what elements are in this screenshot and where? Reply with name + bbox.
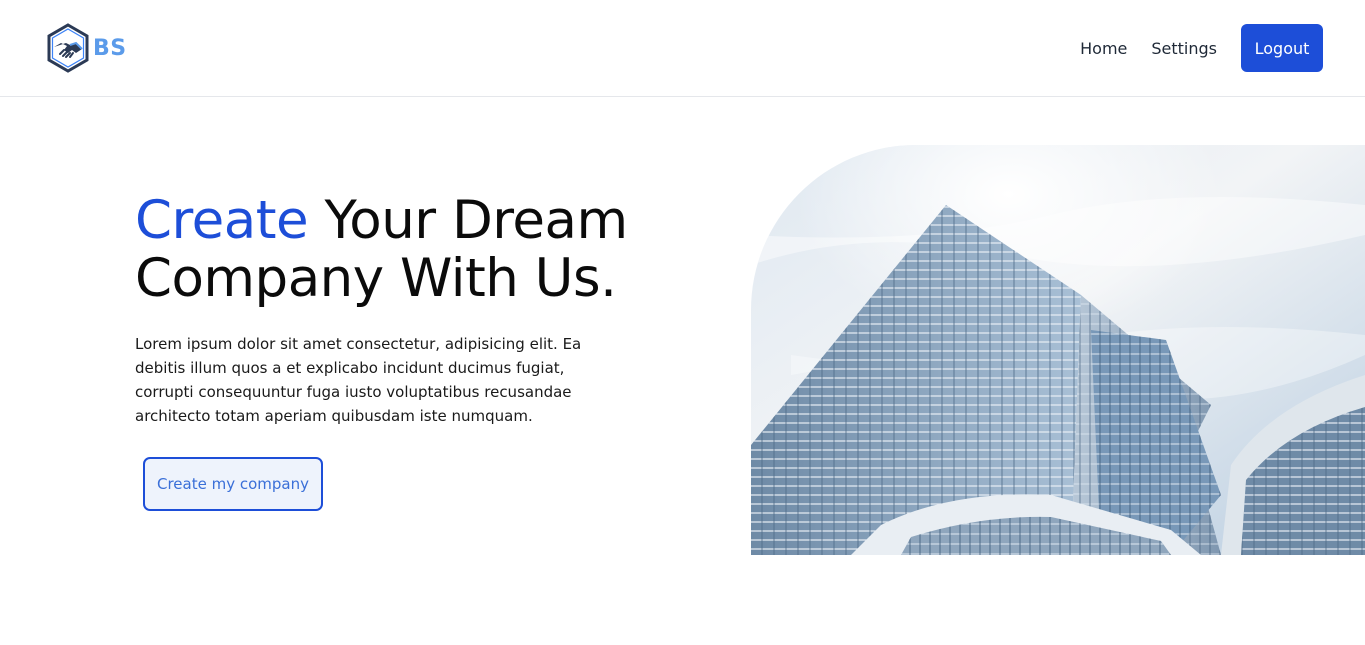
nav-home-link[interactable]: Home bbox=[1080, 39, 1127, 58]
hero-title-line2: Company With Us. bbox=[135, 248, 617, 309]
navbar: BS Home Settings Logout bbox=[0, 0, 1365, 97]
logout-button[interactable]: Logout bbox=[1241, 24, 1323, 72]
nav-settings-link[interactable]: Settings bbox=[1151, 39, 1217, 58]
hero-title-line1: Your Dream bbox=[308, 190, 628, 251]
logo[interactable]: BS bbox=[46, 23, 127, 73]
handshake-hexagon-icon bbox=[47, 23, 89, 73]
hero-title: Create Your Dream Company With Us. bbox=[135, 192, 655, 308]
nav-links: Home Settings Logout bbox=[1080, 24, 1323, 72]
hero-title-highlight: Create bbox=[135, 190, 309, 251]
office-building-photo bbox=[751, 145, 1365, 555]
logo-text: BS bbox=[93, 35, 127, 61]
hero-description: Lorem ipsum dolor sit amet consectetur, … bbox=[135, 335, 582, 425]
hero-text: Create Your Dream Company With Us. Lorem… bbox=[135, 192, 655, 428]
create-company-button[interactable]: Create my company bbox=[143, 457, 323, 511]
